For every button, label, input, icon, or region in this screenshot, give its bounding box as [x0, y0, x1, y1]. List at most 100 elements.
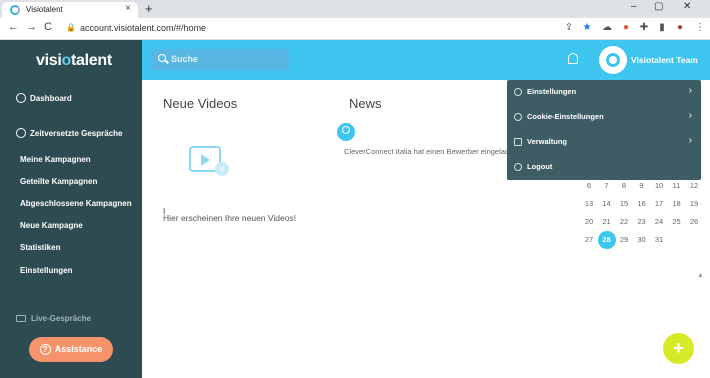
calendar-day[interactable]: 25	[668, 213, 686, 231]
power-icon	[514, 163, 522, 171]
extension-icon[interactable]: ●	[620, 22, 632, 34]
dashboard-icon	[16, 93, 26, 103]
calendar-day[interactable]: 24	[650, 213, 668, 231]
calendar-day[interactable]: 31	[650, 231, 668, 249]
sidepanel-icon[interactable]: ▮	[656, 22, 668, 34]
logo-text-2: talent	[70, 52, 112, 69]
calendar-day[interactable]: 22	[615, 213, 633, 231]
calendar-day[interactable]: 15	[615, 195, 633, 213]
sidebar-item-statistics[interactable]: Statistiken	[20, 243, 60, 252]
news-item[interactable]: CleverConnect Italia hat einen Bewerber …	[344, 147, 508, 156]
calendar-day[interactable]: 26	[685, 213, 703, 231]
menu-item-label: Einstellungen	[527, 87, 577, 96]
user-icon	[337, 123, 355, 141]
scroll-up-icon[interactable]: ▲	[697, 272, 704, 279]
sidebar-item-settings[interactable]: Einstellungen	[20, 266, 72, 275]
logo-accent: o	[61, 52, 72, 69]
avatar[interactable]	[599, 46, 627, 74]
sidebar-item-new-campaign[interactable]: Neue Kampagne	[20, 221, 83, 230]
gear-icon	[514, 88, 522, 96]
app-header: Suche Visiotalent Team	[142, 40, 710, 80]
calendar-day[interactable]: 14	[598, 195, 616, 213]
calendar-day[interactable]: 23	[633, 213, 651, 231]
browser-tab-bar: Visiotalent × + – ▢ ✕	[0, 0, 710, 18]
calendar-day[interactable]: 29	[615, 231, 633, 249]
chevron-right-icon: ›	[688, 85, 692, 96]
reload-button[interactable]: C	[44, 21, 52, 33]
calendar-day[interactable]: 27	[580, 231, 598, 249]
menu-item-label: Logout	[527, 162, 553, 171]
empty-videos-text: Hier erscheinen Ihre neuen Videos!	[163, 213, 297, 223]
calendar-day[interactable]: 20	[580, 213, 598, 231]
maximize-icon[interactable]: ▢	[654, 1, 663, 12]
calendar-week-row: 13 14 15 16 17 18 19	[580, 195, 700, 213]
team-name[interactable]: Visiotalent Team	[631, 55, 698, 65]
tab-close-icon[interactable]: ×	[125, 3, 131, 14]
logo-text: visi	[36, 52, 62, 69]
calendar-day[interactable]: 17	[650, 195, 668, 213]
sidebar-item-label: Live-Gespräche	[31, 314, 92, 323]
cloud-icon[interactable]: ☁	[601, 22, 613, 34]
browser-tab[interactable]: Visiotalent ×	[2, 2, 138, 18]
sidebar-item-shared-campaigns[interactable]: Geteilte Kampagnen	[20, 177, 97, 186]
forward-button[interactable]: →	[26, 21, 37, 33]
calendar-day[interactable]: 21	[598, 213, 616, 231]
sidebar-item-live[interactable]: Live-Gespräche	[16, 314, 91, 323]
calendar-week-row: 27 28 29 30 31	[580, 231, 700, 249]
chevron-right-icon: ›	[688, 135, 692, 146]
sidebar-item-label: Dashboard	[30, 94, 72, 103]
bell-icon[interactable]	[568, 53, 578, 64]
calendar-day[interactable]: 30	[633, 231, 651, 249]
add-button[interactable]: +	[663, 333, 694, 364]
browser-toolbar: ← → C 🔒 account.visiotalent.com/#/home ⇪…	[0, 18, 710, 40]
user-icon	[16, 128, 26, 138]
calendar-day-today[interactable]: 28	[597, 231, 616, 249]
calendar-day[interactable]: 19	[685, 195, 703, 213]
help-icon: ?	[39, 344, 51, 355]
shield-icon	[514, 113, 522, 121]
camera-icon	[16, 315, 26, 322]
calendar-day[interactable]: 13	[580, 195, 598, 213]
sidebar: visiotalent Dashboard Zeitversetzte Gesp…	[0, 40, 142, 378]
tab-title: Visiotalent	[26, 5, 63, 14]
back-button[interactable]: ←	[8, 21, 19, 33]
chevron-right-icon: ›	[688, 110, 692, 121]
sidebar-item-closed-campaigns[interactable]: Abgeschlossene Kampagnen	[20, 199, 132, 208]
menu-item-administration[interactable]: Verwaltung ›	[507, 130, 701, 155]
sidebar-item-my-campaigns[interactable]: Meine Kampagnen	[20, 155, 91, 164]
search-icon	[158, 54, 166, 62]
menu-item-settings[interactable]: Einstellungen ›	[507, 80, 701, 105]
team-logo-icon	[606, 53, 620, 67]
video-close-icon: ×	[215, 162, 229, 176]
menu-icon[interactable]: ⋮	[694, 22, 706, 34]
new-tab-button[interactable]: +	[145, 1, 153, 16]
grid-icon	[514, 138, 522, 146]
search-placeholder: Suche	[171, 54, 199, 64]
calendar-day[interactable]: 16	[633, 195, 651, 213]
news-title: News	[349, 96, 382, 111]
assistance-button[interactable]: ? Assistance	[29, 337, 113, 362]
calendar-week-row: 20 21 22 23 24 25 26	[580, 213, 700, 231]
logo[interactable]: visiotalent	[36, 52, 112, 70]
sidebar-section-label: Zeitversetzte Gespräche	[30, 129, 123, 138]
bookmark-star-icon[interactable]: ★	[581, 22, 593, 34]
menu-item-cookie-settings[interactable]: Cookie-Einstellungen ›	[507, 105, 701, 130]
assistance-label: Assistance	[54, 344, 103, 354]
menu-item-label: Cookie-Einstellungen	[527, 112, 604, 121]
user-dropdown-menu: Einstellungen › Cookie-Einstellungen › V…	[507, 80, 701, 180]
sidebar-section-deferred[interactable]: Zeitversetzte Gespräche	[16, 128, 123, 138]
profile-avatar-icon[interactable]: ●	[674, 22, 686, 34]
share-icon[interactable]: ⇪	[563, 22, 575, 34]
favicon-icon	[10, 5, 20, 15]
menu-item-logout[interactable]: Logout	[507, 155, 701, 180]
sidebar-item-dashboard[interactable]: Dashboard	[16, 93, 72, 103]
minimize-icon[interactable]: –	[631, 1, 637, 12]
menu-item-label: Verwaltung	[527, 137, 568, 146]
window-close-icon[interactable]: ✕	[683, 1, 691, 12]
calendar-day[interactable]: 18	[668, 195, 686, 213]
lock-icon[interactable]: 🔒	[66, 23, 76, 32]
puzzle-icon[interactable]: ✚	[638, 22, 650, 34]
search-input[interactable]: Suche	[151, 49, 289, 70]
page-title: Neue Videos	[163, 96, 238, 111]
address-bar[interactable]: account.visiotalent.com/#/home	[80, 23, 206, 33]
